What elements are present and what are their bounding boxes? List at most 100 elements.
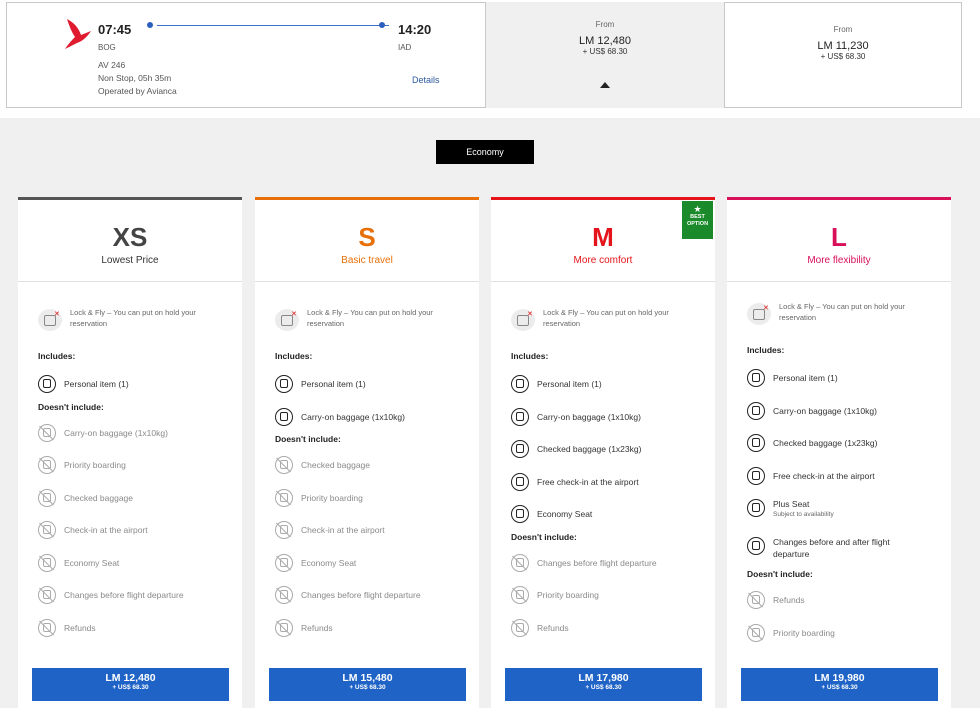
fare-header: S Basic travel (255, 200, 479, 282)
included-item: Free check-in at the airport (747, 466, 947, 487)
excluded-item: Checked baggage (275, 456, 475, 476)
lock-bag-icon: ✕ (38, 309, 62, 331)
option-label: OPTION (686, 221, 709, 227)
excluded-item: Refunds (511, 618, 711, 639)
fare-price: LM 17,980 (578, 672, 629, 684)
included-item: Carry-on baggage (1x10kg) (275, 407, 475, 428)
suitcase-icon (275, 456, 293, 474)
backpack-icon (511, 375, 529, 393)
item-label: Refunds (301, 622, 333, 633)
cabin-economy-tab[interactable]: Economy (436, 140, 534, 164)
fare-card-l[interactable]: L More flexibility ✕ Lock & Fly – You can p… (727, 197, 951, 708)
excluded-item: Economy Seat (38, 553, 238, 574)
item-label: Checked baggage (1x23kg) (537, 444, 642, 454)
included-item: Economy Seat (511, 505, 711, 525)
plane-change-icon (38, 586, 56, 604)
fare-price: LM 15,480 (342, 672, 393, 684)
fare-subtitle: Lowest Price (101, 255, 159, 266)
select-fare-button[interactable]: LM 15,480 + US$ 68.30 (269, 668, 466, 701)
refund-icon (275, 618, 293, 637)
lock-and-fly-text: Lock & Fly – You can put on hold your re… (779, 302, 905, 322)
fare-size: S (358, 222, 376, 252)
select-fare-button[interactable]: LM 19,980 + US$ 68.30 (741, 668, 938, 701)
item-label: Plus Seat (773, 499, 810, 509)
fare-usd: + US$ 68.30 (821, 684, 858, 691)
lock-and-fly: ✕ Lock & Fly – You can put on hold your r… (511, 307, 701, 337)
excluded-item: Check-in at the airport (38, 521, 238, 541)
fare-card-xs[interactable]: XS Lowest Price ✕ Lock & Fly – You can put … (18, 197, 242, 708)
destination-dot (379, 22, 385, 28)
select-fare-button[interactable]: LM 17,980 + US$ 68.30 (505, 668, 702, 701)
origin-dot (147, 22, 153, 28)
item-note: Subject to availability (773, 511, 834, 518)
item-label: Economy Seat (301, 557, 357, 568)
lock-and-fly: ✕ Lock & Fly – You can put on hold your r… (747, 301, 937, 331)
lock-and-fly-text: Lock & Fly – You can put on hold your re… (543, 308, 669, 328)
fare-usd: + US$ 68.30 (585, 684, 622, 691)
lock-and-fly-text: Lock & Fly – You can put on hold your re… (70, 308, 196, 328)
priority-icon (275, 488, 293, 507)
fare-header: XS Lowest Price (18, 200, 242, 282)
suitcase-icon (511, 440, 529, 458)
fare-card-m[interactable]: M More comfort ★ BEST OPTION ✕ Lock & Fly – Yo… (491, 197, 715, 708)
item-label: Carry-on baggage (1x10kg) (773, 405, 877, 416)
price-amount: LM 12,480 (579, 35, 631, 47)
item-label: Refunds (64, 622, 96, 633)
backpack-icon (747, 369, 765, 387)
origin-code: BOG (98, 43, 116, 52)
priority-icon (38, 456, 56, 474)
excludes-heading: Doesn't include: (747, 569, 813, 579)
excludes-heading: Doesn't include: (38, 401, 104, 412)
excluded-item: Priority boarding (747, 623, 947, 644)
item-label: Check-in at the airport (64, 525, 148, 535)
from-label: From (595, 20, 615, 29)
included-item: Changes before and after flight departur… (747, 537, 947, 559)
item-label: Changes before and after flight departur… (773, 537, 890, 559)
fare-usd: + US$ 68.30 (112, 684, 149, 691)
best-label: BEST (690, 214, 705, 220)
excludes-heading: Doesn't include: (275, 434, 341, 444)
fare-price: LM 19,980 (814, 672, 865, 684)
item-label: Carry-on baggage (1x10kg) (301, 411, 405, 422)
item-label: Personal item (1) (773, 373, 838, 383)
item-label: Check-in at the airport (301, 525, 385, 535)
fare-subtitle: More comfort (573, 255, 633, 266)
checkin-icon (747, 466, 765, 485)
plane-change-icon (747, 537, 765, 555)
checkin-icon (38, 521, 56, 539)
seat-icon (275, 553, 293, 572)
suitcase-icon (747, 434, 765, 452)
includes-heading: Includes: (38, 351, 76, 361)
included-item: Plus Seat Subject to availability (747, 499, 947, 519)
includes-heading: Includes: (747, 345, 785, 355)
carry-on-icon (747, 401, 765, 420)
included-item: Personal item (1) (275, 375, 475, 395)
flight-card[interactable]: 07:45 14:20 BOG IAD AV 246 Non Stop, 05h… (6, 2, 486, 108)
lock-and-fly: ✕ Lock & Fly – You can put on hold your r… (275, 307, 465, 337)
lock-bag-icon: ✕ (511, 309, 535, 331)
depart-time: 07:45 (98, 22, 132, 37)
details-link[interactable]: Details (412, 75, 440, 85)
caret-up-icon (600, 82, 610, 88)
excluded-item: Priority boarding (511, 586, 711, 606)
select-fare-button[interactable]: LM 12,480 + US$ 68.30 (32, 668, 229, 701)
included-item: Carry-on baggage (1x10kg) (747, 401, 947, 422)
refund-icon (511, 618, 529, 637)
excluded-item: Refunds (275, 618, 475, 639)
included-item: Personal item (1) (38, 375, 238, 395)
excluded-item: Priority boarding (38, 456, 238, 476)
lock-and-fly-text: Lock & Fly – You can put on hold your re… (307, 308, 433, 328)
item-label: Refunds (773, 595, 805, 605)
price-option-selected[interactable]: From LM 12,480 + US$ 68.30 (486, 2, 724, 108)
price-usd: + US$ 68.30 (582, 47, 628, 56)
fare-card-s[interactable]: S Basic travel ✕ Lock & Fly – You can put o… (255, 197, 479, 708)
item-label: Refunds (537, 622, 569, 633)
priority-icon (511, 586, 529, 604)
price-option-other[interactable]: From LM 11,230 + US$ 68.30 (724, 2, 962, 108)
excluded-item: Changes before flight departure (511, 553, 711, 574)
included-item: Personal item (1) (747, 369, 947, 389)
seat-icon (511, 505, 529, 523)
excluded-item: Changes before flight departure (38, 586, 238, 606)
item-label: Carry-on baggage (1x10kg) (64, 427, 168, 438)
from-label: From (833, 25, 853, 34)
